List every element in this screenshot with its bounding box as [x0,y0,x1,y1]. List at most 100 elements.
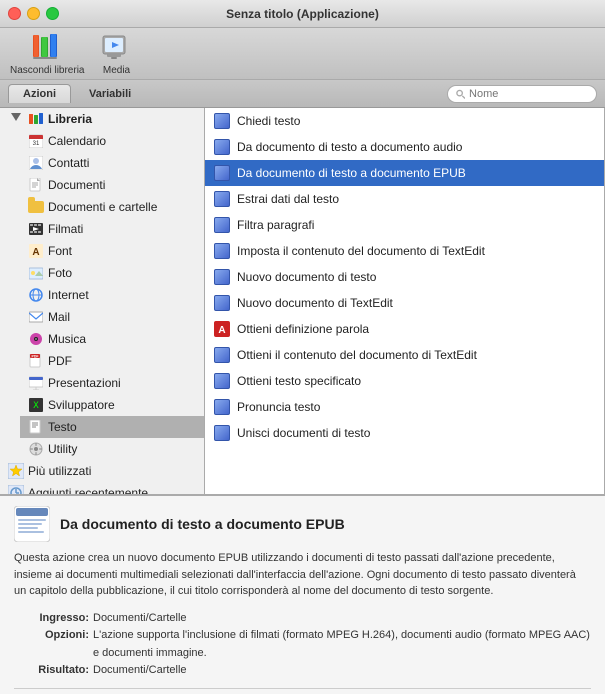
sidebar-item-mail-label: Mail [48,310,70,324]
contatti-icon [28,155,44,171]
sidebar-item-pdf-label: PDF [48,354,72,368]
desc-row-ingresso: Ingresso: Documenti/Cartelle [14,610,591,628]
content-item-unisci[interactable]: Unisci documenti di testo [205,420,604,446]
tab-azioni[interactable]: Azioni [8,84,71,103]
calendar-icon: 31 [28,133,44,149]
desc-header: Da documento di testo a documento EPUB [14,506,591,542]
sidebar-item-testo[interactable]: Testo [20,416,204,438]
desc-body: Questa azione crea un nuovo documento EP… [14,550,591,600]
svg-text:31: 31 [33,141,40,147]
sidebar-item-font[interactable]: A Font [20,240,204,262]
sidebar-root-libreria[interactable]: Libreria [0,108,204,130]
sidebar-item-pdf[interactable]: PDF PDF [20,350,204,372]
action-icon-nuovo-testo [213,268,231,286]
content-item-ottieni-contenuto[interactable]: Ottieni il contenuto del documento di Te… [205,342,604,368]
sidebar-item-documenti[interactable]: Documenti [20,174,204,196]
sidebar-item-sviluppatore[interactable]: X Sviluppatore [20,394,204,416]
sidebar-item-utility[interactable]: Utility [20,438,204,460]
desc-info-table: Ingresso: Documenti/Cartelle Opzioni: L'… [14,610,591,680]
sidebar-item-aggiunti-label: Aggiunti recentemente [28,486,148,494]
search-box[interactable] [447,85,597,103]
presentazioni-icon [28,375,44,391]
folder-icon [28,199,44,215]
maximize-button[interactable] [46,7,59,20]
action-icon-filtra [213,216,231,234]
sidebar-item-utility-label: Utility [48,442,77,456]
action-icon-imposta [213,242,231,260]
sidebar-item-documenti-cartelle[interactable]: Documenti e cartelle [20,196,204,218]
sidebar-item-foto[interactable]: Foto [20,262,204,284]
divider [14,688,591,689]
content-item-da-doc-epub-label: Da documento di testo a documento EPUB [237,166,466,180]
sidebar-item-filmati-label: Filmati [48,222,83,236]
action-icon-unisci [213,424,231,442]
content-item-ottieni-testo-spec[interactable]: Ottieni testo specificato [205,368,604,394]
content-item-imposta[interactable]: Imposta il contenuto del documento di Te… [205,238,604,264]
desc-risultato-value: Documenti/Cartelle [93,662,591,680]
svg-text:PDF: PDF [32,355,40,359]
content-item-ottieni-definizione[interactable]: A Ottieni definizione parola [205,316,604,342]
content-list: Chiedi testo Da documento di testo a doc… [205,108,605,494]
mail-icon [28,309,44,325]
search-input[interactable] [469,88,588,100]
search-icon [456,89,465,99]
toolbar: Nascondi libreria Media [0,28,605,80]
sidebar-item-mail[interactable]: Mail [20,306,204,328]
sidebar-item-internet[interactable]: Internet [20,284,204,306]
sidebar-item-aggiunti[interactable]: Aggiunti recentemente [0,482,204,494]
content-item-imposta-label: Imposta il contenuto del documento di Te… [237,244,485,258]
musica-icon [28,331,44,347]
sidebar-item-filmati[interactable]: Filmati [20,218,204,240]
content-item-def-label: Ottieni definizione parola [237,322,369,336]
hide-library-button[interactable]: Nascondi libreria [10,31,84,76]
media-button[interactable]: Media [100,31,132,76]
sidebar-item-musica[interactable]: Musica [20,328,204,350]
sidebar-item-contatti[interactable]: Contatti [20,152,204,174]
tab-variabili[interactable]: Variabili [75,85,145,103]
content-item-da-doc-audio-label: Da documento di testo a documento audio [237,140,462,154]
foto-icon [28,265,44,281]
action-icon-audio [213,138,231,156]
desc-risultato-label: Risultato: [14,662,89,680]
pdf-icon: PDF [28,353,44,369]
action-icon-ottieni-cont [213,346,231,364]
content-item-chiedi-testo[interactable]: Chiedi testo [205,108,604,134]
content-item-filtra-paragrafi[interactable]: Filtra paragrafi [205,212,604,238]
aggiunti-icon [8,485,24,494]
desc-opzioni-value: L'azione supporta l'inclusione di filmat… [93,627,591,662]
sidebar-item-documenti-label: Documenti [48,178,105,192]
svg-text:X: X [33,401,39,411]
content-item-filtra-label: Filtra paragrafi [237,218,314,232]
minimize-button[interactable] [27,7,40,20]
desc-opzioni-label: Opzioni: [14,627,89,662]
content-item-nuovo-doc-testo[interactable]: Nuovo documento di testo [205,264,604,290]
sidebar-item-contatti-label: Contatti [48,156,89,170]
content-item-da-doc-audio[interactable]: Da documento di testo a documento audio [205,134,604,160]
window-controls [8,7,59,20]
content-item-ottieni-spec-label: Ottieni testo specificato [237,374,361,388]
close-button[interactable] [8,7,21,20]
desc-row-opzioni: Opzioni: L'azione supporta l'inclusione … [14,627,591,662]
sidebar-item-presentazioni[interactable]: Presentazioni [20,372,204,394]
media-label: Media [103,65,130,76]
svg-text:A: A [218,325,225,336]
sidebar-item-calendario[interactable]: 31 Calendario [20,130,204,152]
content-item-da-doc-epub[interactable]: Da documento di testo a documento EPUB [205,160,604,186]
content-item-ottieni-cont-label: Ottieni il contenuto del documento di Te… [237,348,477,362]
content-item-pronuncia[interactable]: Pronuncia testo [205,394,604,420]
piu-utilizzati-icon [8,463,24,479]
sidebar-item-piu-utilizzati-label: Più utilizzati [28,464,91,478]
media-icon [100,31,132,63]
sidebar-item-piu-utilizzati[interactable]: Più utilizzati [0,460,204,482]
sidebar-item-font-label: Font [48,244,72,258]
titlebar: Senza titolo (Applicazione) [0,0,605,28]
sidebar-item-testo-label: Testo [48,420,77,434]
triangle-open-icon [8,111,24,127]
desc-ingresso-value: Documenti/Cartelle [93,610,591,628]
content-item-nuovo-textedit[interactable]: Nuovo documento di TextEdit [205,290,604,316]
description-panel: Da documento di testo a documento EPUB Q… [0,494,605,694]
sviluppatore-icon: X [28,397,44,413]
hide-library-label: Nascondi libreria [10,65,84,76]
content-item-estrai-dati[interactable]: Estrai dati dal testo [205,186,604,212]
library-icon [31,31,63,63]
